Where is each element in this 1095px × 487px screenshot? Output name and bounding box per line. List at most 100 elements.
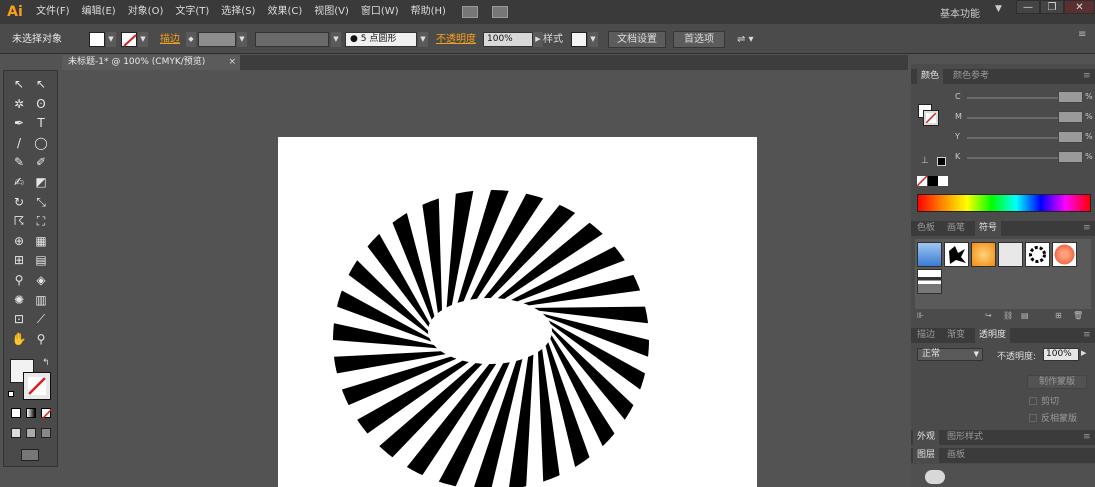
white-swatch[interactable] [938, 176, 948, 186]
tab-appearance[interactable]: 外观 [913, 430, 940, 445]
place-symbol-icon[interactable]: ↪ [985, 310, 992, 322]
brush-definition[interactable]: ● 5 点圆形 [345, 32, 417, 47]
document-setup-button[interactable]: 文档设置 [608, 31, 666, 48]
tab-layers[interactable]: 图层 [913, 448, 940, 463]
clip-checkbox[interactable] [1029, 397, 1037, 405]
menu-edit[interactable]: 编辑(E) [76, 0, 122, 24]
symbol-sprayer-tool-icon[interactable]: ✺ [10, 291, 28, 309]
color-spectrum[interactable] [917, 194, 1091, 212]
workspace-switcher[interactable]: 基本功能 [940, 5, 980, 20]
column-graph-tool-icon[interactable]: ▥ [32, 291, 50, 309]
tab-brushes[interactable]: 画笔 [943, 221, 969, 236]
stroke-swatch[interactable] [121, 32, 137, 47]
selection-tool-icon[interactable]: ↖ [10, 75, 28, 93]
opacity-field[interactable]: 100% [483, 32, 533, 47]
new-symbol-icon[interactable]: ⊞ [1055, 310, 1062, 322]
stroke-weight-stepper[interactable]: ◆ [186, 32, 196, 47]
symbol-library-icon[interactable]: ⊪ [917, 310, 924, 322]
rotate-tool-icon[interactable]: ↻ [10, 193, 28, 211]
stroke-weight-field[interactable] [198, 32, 236, 47]
chevron-down-icon[interactable]: ▼ [995, 4, 1002, 14]
chevron-down-icon[interactable]: ▼ [106, 32, 116, 47]
striped-torus-artwork[interactable] [278, 137, 757, 487]
blob-brush-tool-icon[interactable]: ✍ [10, 173, 28, 191]
blend-tool-icon[interactable]: ◈ [32, 271, 50, 289]
free-transform-tool-icon[interactable]: ⛶ [32, 212, 50, 230]
chevron-down-icon[interactable]: ▼ [418, 32, 428, 47]
symbol-item[interactable] [917, 242, 942, 267]
bridge-icon[interactable] [461, 6, 478, 18]
type-tool-icon[interactable]: T [32, 114, 50, 132]
symbol-item[interactable] [1025, 242, 1050, 267]
gradient-mode-icon[interactable] [26, 408, 36, 418]
restore-button[interactable]: ❐ [1040, 0, 1064, 14]
tab-color[interactable]: 颜色 [917, 69, 944, 84]
screen-mode-icon[interactable] [21, 449, 39, 461]
artboard-tool-icon[interactable]: ⊡ [10, 310, 28, 328]
graphic-style-swatch[interactable] [571, 32, 587, 47]
channel-k-field[interactable] [1058, 151, 1083, 163]
arrange-documents-icon[interactable] [491, 6, 508, 18]
tab-transparency[interactable]: 透明度 [975, 328, 1011, 343]
panel-menu-icon[interactable]: ≡ [1079, 69, 1095, 84]
delete-symbol-icon[interactable]: 🗑 [1073, 310, 1083, 322]
stroke-box[interactable] [23, 372, 51, 400]
lasso-tool-icon[interactable]: ʘ [32, 95, 50, 113]
direct-selection-tool-icon[interactable]: ↖ [32, 75, 50, 93]
break-link-icon[interactable]: ⛓ [1003, 310, 1013, 322]
preferences-button[interactable]: 首选项 [673, 31, 725, 48]
make-mask-button[interactable]: 制作蒙版 [1027, 375, 1087, 389]
channel-k-slider[interactable] [967, 157, 1063, 159]
mesh-tool-icon[interactable]: ⊞ [10, 251, 28, 269]
symbol-item[interactable] [917, 269, 942, 294]
menu-object[interactable]: 对象(O) [122, 0, 170, 24]
symbol-item[interactable] [944, 242, 969, 267]
menu-type[interactable]: 文字(T) [169, 0, 215, 24]
scale-tool-icon[interactable]: ⤡ [32, 193, 50, 211]
invert-mask-checkbox[interactable] [1029, 414, 1037, 422]
hand-tool-icon[interactable]: ✋ [10, 330, 28, 348]
tab-symbols[interactable]: 符号 [975, 221, 1002, 236]
out-of-gamut-icon[interactable]: ⊥ [921, 156, 929, 166]
menu-select[interactable]: 选择(S) [215, 0, 261, 24]
opacity-input[interactable]: 100% [1043, 348, 1079, 361]
symbol-item[interactable] [1052, 242, 1077, 267]
menu-help[interactable]: 帮助(H) [405, 0, 452, 24]
stroke-label-link[interactable]: 描边 [160, 32, 180, 47]
opacity-label-link[interactable]: 不透明度 [436, 32, 476, 47]
artboard[interactable] [278, 137, 757, 487]
close-icon[interactable]: × [228, 55, 236, 70]
control-bar-menu-icon[interactable]: ≡ [1078, 27, 1086, 42]
channel-y-slider[interactable] [967, 137, 1063, 139]
channel-c-slider[interactable] [967, 97, 1063, 99]
default-colors-icon[interactable] [8, 391, 14, 397]
zoom-tool-icon[interactable]: ⚲ [32, 330, 50, 348]
gradient-tool-icon[interactable]: ▤ [32, 251, 50, 269]
panel-menu-icon[interactable]: ≡ [1079, 328, 1095, 343]
menu-window[interactable]: 窗口(W) [355, 0, 405, 24]
ellipse-tool-icon[interactable]: ◯ [32, 134, 50, 152]
layer-thumbnail[interactable] [925, 470, 945, 484]
web-safe-swatch[interactable] [937, 157, 946, 166]
channel-m-field[interactable] [1058, 111, 1083, 123]
tab-swatches[interactable]: 色板 [913, 221, 939, 236]
close-button[interactable]: ✕ [1064, 0, 1095, 14]
none-swatch[interactable] [917, 176, 927, 186]
none-mode-icon[interactable] [41, 408, 52, 419]
eyedropper-tool-icon[interactable]: ⚲ [10, 271, 28, 289]
symbol-options-icon[interactable]: ▤ [1021, 310, 1029, 322]
symbol-item[interactable] [971, 242, 996, 267]
draw-normal-icon[interactable] [11, 428, 21, 438]
perspective-grid-tool-icon[interactable]: ▦ [32, 232, 50, 250]
chevron-down-icon[interactable]: ▼ [237, 32, 247, 47]
eraser-tool-icon[interactable]: ◩ [32, 173, 50, 191]
tab-graphic-styles[interactable]: 图形样式 [943, 430, 987, 445]
channel-y-field[interactable] [1058, 131, 1083, 143]
shape-builder-tool-icon[interactable]: ⊕ [10, 232, 28, 250]
transform-options-icon[interactable]: ⇌ ▾ [737, 32, 754, 47]
chevron-right-icon[interactable]: ▶ [1081, 349, 1086, 357]
color-mode-icon[interactable] [11, 408, 21, 418]
swap-fill-stroke-icon[interactable]: ↰ [42, 358, 50, 368]
tab-stroke[interactable]: 描边 [913, 328, 939, 343]
magic-wand-tool-icon[interactable]: ✲ [10, 95, 28, 113]
